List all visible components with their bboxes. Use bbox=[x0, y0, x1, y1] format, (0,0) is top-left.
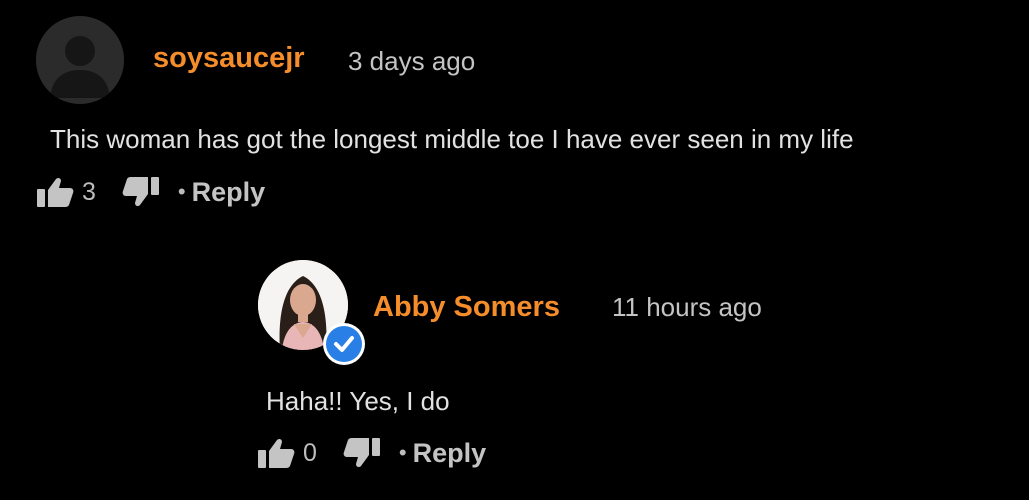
separator-dot: • bbox=[177, 179, 186, 204]
like-count: 3 bbox=[82, 177, 96, 206]
reply-button[interactable]: Reply bbox=[192, 177, 266, 208]
separator-dot: • bbox=[398, 440, 407, 465]
like-count: 0 bbox=[303, 438, 317, 467]
default-user-icon bbox=[36, 16, 124, 104]
thumbs-up-icon[interactable] bbox=[36, 176, 74, 208]
comment-timestamp: 11 hours ago bbox=[612, 292, 762, 322]
comment-username[interactable]: soysaucejr bbox=[153, 42, 305, 75]
comment-text: Haha!! Yes, I do bbox=[266, 386, 450, 416]
thumbs-down-icon[interactable] bbox=[122, 176, 160, 208]
verified-badge bbox=[323, 323, 365, 365]
reply-comment: Abby Somers 11 hours ago Haha!! Yes, I d… bbox=[0, 250, 1029, 500]
verified-badge-fill bbox=[326, 326, 362, 362]
comment-username[interactable]: Abby Somers bbox=[373, 291, 560, 324]
comment: soysaucejr 3 days ago This woman has got… bbox=[0, 0, 1029, 230]
thumbs-down-icon[interactable] bbox=[343, 437, 381, 469]
thumbs-up-icon[interactable] bbox=[257, 437, 295, 469]
reply-button[interactable]: Reply bbox=[413, 438, 487, 469]
comment-actions: 0 • Reply bbox=[257, 435, 486, 471]
comment-text: This woman has got the longest middle to… bbox=[50, 124, 854, 154]
avatar[interactable] bbox=[36, 16, 124, 104]
comment-actions: 3 • Reply bbox=[36, 174, 265, 210]
checkmark-icon bbox=[334, 336, 354, 352]
comment-timestamp: 3 days ago bbox=[348, 46, 476, 76]
